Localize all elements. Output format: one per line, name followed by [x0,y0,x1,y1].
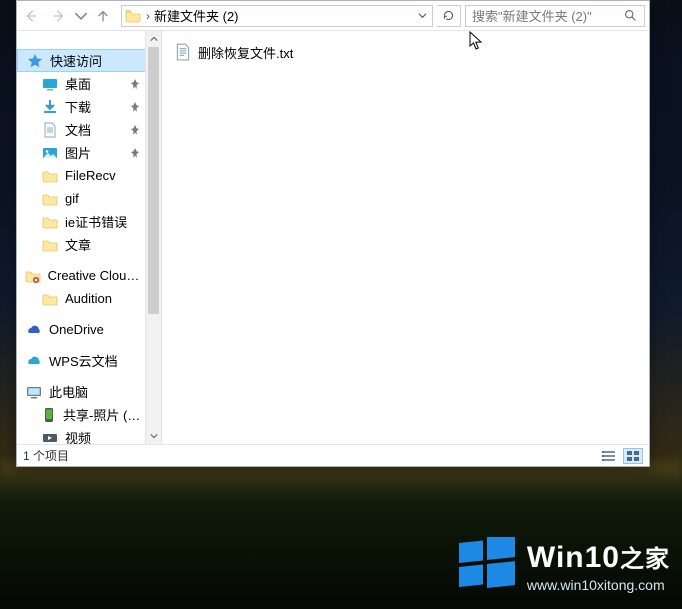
sidebar-item-label: 此电脑 [49,382,88,401]
folder-icon [41,213,59,231]
status-bar: 1 个项目 [17,444,649,466]
txt-icon [174,43,192,61]
address-dropdown[interactable] [412,6,432,26]
sidebar-item-pictures[interactable]: 图片 [17,141,161,164]
pin-icon [127,79,143,89]
search-input[interactable]: 搜索"新建文件夹 (2)" [465,5,645,27]
document-icon [41,121,59,139]
star-icon [26,52,44,70]
sidebar-item-label: gif [65,191,79,206]
sidebar-item-label: 桌面 [65,74,91,93]
sidebar-item-label: 图片 [65,143,91,162]
sidebar-item-articles[interactable]: 文章 [17,233,161,256]
search-placeholder: 搜索"新建文件夹 (2)" [472,6,622,25]
up-button[interactable] [89,1,117,30]
sidebar-quick-access[interactable]: 快速访问 [17,49,161,72]
address-bar[interactable]: › 新建文件夹 (2) [121,5,433,27]
view-details-button[interactable] [599,448,619,464]
onedrive-icon [25,321,43,339]
watermark: Win10之家 www.win10xitong.com [459,537,670,593]
folder-icon [124,7,142,25]
breadcrumb-segment[interactable]: 新建文件夹 (2) [154,6,239,25]
explorer-window: › 新建文件夹 (2) 搜索"新建文件夹 (2)" [16,0,650,467]
download-icon [41,98,59,116]
pin-icon [127,102,143,112]
desktop-icon [41,75,59,93]
phone-icon [41,406,57,424]
watermark-title: Win10之家 [527,541,670,574]
back-button[interactable] [17,1,45,30]
sidebar-item-label: FileRecv [65,168,116,183]
history-dropdown[interactable] [73,1,89,30]
pin-icon [127,148,143,158]
file-item[interactable]: 删除恢复文件.txt [174,41,637,63]
pictures-icon [41,144,59,162]
sidebar-item-label: 快速访问 [50,51,102,70]
cc-folder-icon [25,267,42,285]
sidebar-item-shared-photos[interactable]: 共享-照片 (Lee77 [17,403,161,426]
scroll-thumb[interactable] [148,47,159,314]
sidebar-item-iecert[interactable]: ie证书错误 [17,210,161,233]
sidebar-item-label: 文档 [65,120,91,139]
window-body: 快速访问 桌面 下载 [17,31,649,444]
sidebar-item-label: 视频 [65,428,91,444]
file-name: 删除恢复文件.txt [198,43,293,62]
windows-logo-icon [459,537,515,593]
navigation-pane: 快速访问 桌面 下载 [17,31,162,444]
sidebar-this-pc[interactable]: 此电脑 [17,380,161,403]
sidebar-item-videos[interactable]: 视频 [17,426,161,444]
refresh-button[interactable] [437,5,461,27]
wps-cloud-icon [25,352,43,370]
file-list[interactable]: 删除恢复文件.txt [162,31,649,444]
folder-icon [41,236,59,254]
sidebar-item-documents[interactable]: 文档 [17,118,161,141]
sidebar-item-audition[interactable]: Audition [17,287,161,310]
video-icon [41,429,59,445]
sidebar-item-label: 文章 [65,235,91,254]
pc-icon [25,383,43,401]
folder-icon [41,190,59,208]
scroll-track[interactable] [146,47,161,428]
sidebar-item-label: WPS云文档 [49,351,118,370]
sidebar-item-label: Audition [65,291,112,306]
status-item-count: 1 个项目 [23,447,69,464]
view-large-icons-button[interactable] [623,448,643,464]
pin-icon [127,125,143,135]
sidebar-item-filerecv[interactable]: FileRecv [17,164,161,187]
sidebar-scrollbar[interactable] [145,31,161,444]
watermark-url: www.win10xitong.com [527,578,670,593]
toolbar: › 新建文件夹 (2) 搜索"新建文件夹 (2)" [17,1,649,31]
sidebar-onedrive[interactable]: OneDrive [17,318,161,341]
sidebar-item-desktop[interactable]: 桌面 [17,72,161,95]
sidebar-item-downloads[interactable]: 下载 [17,95,161,118]
sidebar-item-label: 下载 [65,97,91,116]
breadcrumb-separator: › [144,9,152,23]
forward-button[interactable] [45,1,73,30]
sidebar-creative-cloud[interactable]: Creative Cloud Fil [17,264,161,287]
folder-icon [41,290,59,308]
sidebar-wps-cloud[interactable]: WPS云文档 [17,349,161,372]
scroll-down-button[interactable] [146,428,161,444]
sidebar-item-label: 共享-照片 (Lee77 [63,405,143,424]
search-icon [622,9,638,22]
sidebar-item-gif[interactable]: gif [17,187,161,210]
sidebar-item-label: Creative Cloud Fil [48,268,143,283]
sidebar-item-label: OneDrive [49,322,104,337]
folder-icon [41,167,59,185]
sidebar-item-label: ie证书错误 [65,212,127,231]
scroll-up-button[interactable] [146,31,161,47]
